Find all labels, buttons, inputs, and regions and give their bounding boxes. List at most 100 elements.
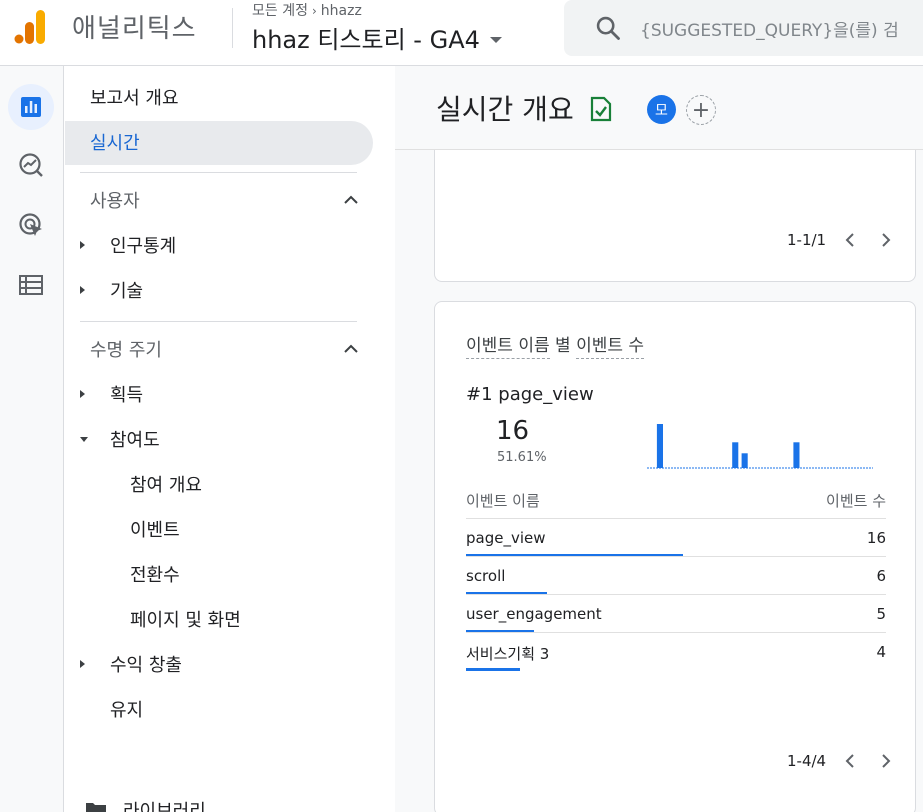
reports-icon xyxy=(21,97,41,117)
nav-item-pages-screens[interactable]: 페이지 및 화면 xyxy=(130,599,241,639)
events-pagination: 1-4/4 xyxy=(787,749,898,773)
card1-pagination: 1-1/1 xyxy=(787,228,898,252)
rail-explore[interactable] xyxy=(8,142,54,188)
app-name: 애널리틱스 xyxy=(72,14,197,44)
chevron-left-icon[interactable] xyxy=(838,228,862,252)
top-event-rank: #1 xyxy=(466,384,493,405)
table-divider xyxy=(466,556,886,557)
column-header-event-name[interactable]: 이벤트 이름 xyxy=(466,490,540,511)
nav-item-monetization-label: 수익 창출 xyxy=(110,655,182,676)
nav-divider xyxy=(80,321,357,322)
nav-section-lifecycle[interactable]: 수명 주기 xyxy=(90,329,358,369)
table-row[interactable]: page_view 16 xyxy=(466,529,886,567)
events-pager-label: 1-4/4 xyxy=(787,752,827,770)
advertising-icon xyxy=(19,213,42,236)
event-count: 4 xyxy=(876,643,886,661)
property-name: hhaz 티스토리 - GA4 xyxy=(252,26,480,54)
folder-icon xyxy=(86,803,106,812)
event-count: 6 xyxy=(876,567,886,585)
chevron-right-icon[interactable] xyxy=(874,228,898,252)
nav-section-user-label: 사용자 xyxy=(90,191,140,212)
sparkline-chart xyxy=(647,424,873,469)
expand-arrow-icon xyxy=(80,390,85,398)
realtime-card-partial: 1-1/1 xyxy=(434,136,916,282)
sparkline-bar xyxy=(793,442,800,468)
chevron-right-icon[interactable] xyxy=(874,749,898,773)
event-count: 5 xyxy=(876,605,886,623)
explore-icon xyxy=(19,153,43,177)
top-event-heading: #1 page_view xyxy=(466,384,594,405)
nav-section-user[interactable]: 사용자 xyxy=(90,180,358,220)
top-event-name: page_view xyxy=(498,384,594,405)
property-selector[interactable]: hhaz 티스토리 - GA4 xyxy=(252,20,502,55)
collapse-arrow-icon xyxy=(80,436,88,442)
nav-item-engagement-overview[interactable]: 참여 개요 xyxy=(130,464,202,504)
table-divider xyxy=(466,518,886,519)
chevron-left-icon[interactable] xyxy=(838,749,862,773)
main-content: 1-1/1 실시간 개요 모 + 이벤트 이름 별 이벤트 수 #1 page_… xyxy=(395,66,923,812)
document-check-icon[interactable] xyxy=(590,96,612,122)
nav-item-tech-label: 기술 xyxy=(110,281,144,302)
expand-arrow-icon xyxy=(80,241,85,249)
nav-item-monetization[interactable]: 수익 창출 xyxy=(80,644,182,684)
configure-icon xyxy=(19,275,43,295)
nav-item-library-label: 라이브러리 xyxy=(123,801,206,812)
rail-advertising[interactable] xyxy=(8,202,54,248)
nav-divider xyxy=(80,172,357,173)
search-bar[interactable]: {SUGGESTED_QUERY}을(를) 검 xyxy=(564,0,923,56)
side-navigation: 보고서 개요 실시간 사용자 인구통계 기술 수명 주기 획득 참여도 참여 개… xyxy=(65,66,395,812)
nav-item-acquisition-label: 획득 xyxy=(110,385,144,406)
sparkline-bar xyxy=(656,424,663,468)
rail-reports[interactable] xyxy=(8,84,54,130)
event-name: user_engagement xyxy=(466,605,602,623)
top-app-bar: 애널리틱스 모든 계정 › hhazz hhaz 티스토리 - GA4 {SUGGE… xyxy=(0,0,923,66)
page-header: 실시간 개요 모 + xyxy=(395,66,923,150)
header-divider xyxy=(232,8,233,48)
card-title-dimension[interactable]: 이벤트 이름 xyxy=(466,336,550,359)
table-row[interactable]: scroll 6 xyxy=(466,567,886,605)
search-placeholder: {SUGGESTED_QUERY}을(를) 검 xyxy=(640,20,899,41)
table-row[interactable]: user_engagement 5 xyxy=(466,605,886,643)
sparkline-bar xyxy=(732,442,739,468)
table-header: 이벤트 이름 이벤트 수 xyxy=(466,490,886,511)
nav-item-retention[interactable]: 유지 xyxy=(110,689,143,729)
event-count-card: 이벤트 이름 별 이벤트 수 #1 page_view 16 51.61% 이벤… xyxy=(434,301,916,812)
card1-pager-label: 1-1/1 xyxy=(787,231,827,249)
table-row[interactable]: 서비스기획 3 4 xyxy=(466,643,886,681)
nav-item-overview[interactable]: 보고서 개요 xyxy=(90,77,179,117)
card-title: 이벤트 이름 별 이벤트 수 xyxy=(466,331,645,359)
nav-item-conversions[interactable]: 전환수 xyxy=(130,554,180,594)
avatar[interactable]: 모 xyxy=(647,95,676,124)
nav-section-lifecycle-label: 수명 주기 xyxy=(90,340,162,361)
rail-configure[interactable] xyxy=(8,262,54,308)
event-name: scroll xyxy=(466,567,506,585)
chevron-up-icon xyxy=(344,344,358,353)
column-header-event-count[interactable]: 이벤트 수 xyxy=(826,490,886,511)
nav-item-demographics-label: 인구통계 xyxy=(110,236,177,257)
nav-item-events[interactable]: 이벤트 xyxy=(130,509,180,549)
nav-item-engagement-label: 참여도 xyxy=(110,430,160,451)
event-count: 16 xyxy=(866,529,886,547)
nav-item-library[interactable]: 라이브러리 xyxy=(85,790,206,812)
breadcrumb[interactable]: 모든 계정 › hhazz xyxy=(252,0,362,20)
nav-item-acquisition[interactable]: 획득 xyxy=(80,374,143,414)
table-divider xyxy=(466,594,886,595)
breadcrumb-account[interactable]: hhazz xyxy=(321,3,362,19)
nav-item-tech[interactable]: 기술 xyxy=(80,270,143,310)
card-title-metric[interactable]: 이벤트 수 xyxy=(576,336,645,359)
top-event-percent: 51.61% xyxy=(497,450,547,465)
nav-item-demographics[interactable]: 인구통계 xyxy=(80,225,176,265)
event-share-bar xyxy=(466,668,520,671)
nav-rail xyxy=(0,66,64,812)
sparkline-bar xyxy=(741,453,748,468)
top-event-value: 16 xyxy=(496,416,530,446)
event-name: 서비스기획 3 xyxy=(466,645,550,663)
breadcrumb-root[interactable]: 모든 계정 xyxy=(252,3,308,19)
nav-item-engagement[interactable]: 참여도 xyxy=(80,419,160,459)
analytics-logo-icon[interactable] xyxy=(14,8,50,44)
page-title: 실시간 개요 xyxy=(436,93,574,126)
nav-item-realtime[interactable]: 실시간 xyxy=(90,122,140,162)
expand-arrow-icon xyxy=(80,286,85,294)
chevron-up-icon xyxy=(344,195,358,204)
add-comparison-button[interactable]: + xyxy=(686,95,716,125)
